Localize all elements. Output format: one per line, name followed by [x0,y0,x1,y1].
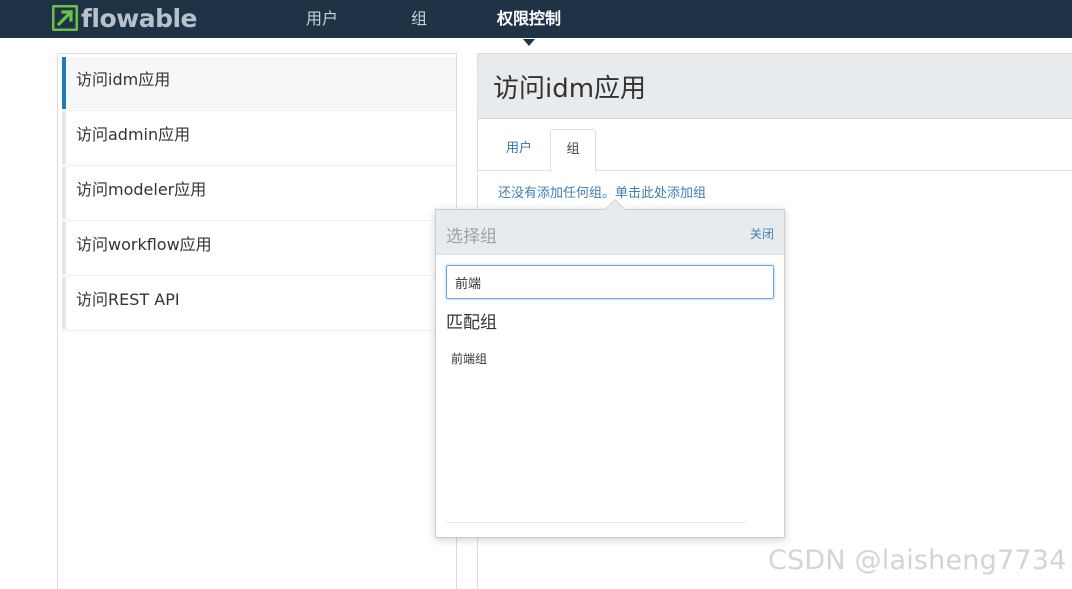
nav-item-users[interactable]: 用户 [306,0,338,38]
logo-text: flowable [81,3,198,33]
match-item-frontend-group[interactable]: 前端组 [451,350,487,367]
popover-arrow-inner [605,200,625,210]
privilege-list: 访问idm应用 访问admin应用 访问modeler应用 访问workflow… [57,53,457,589]
flowable-logo[interactable]: flowable [52,3,198,33]
group-search-input[interactable] [446,265,774,299]
popover-title: 选择组 [446,227,497,247]
privilege-item-workflow[interactable]: 访问workflow应用 [62,222,456,276]
flowable-logo-icon [52,5,78,31]
privilege-item-modeler[interactable]: 访问modeler应用 [62,167,456,221]
detail-tabs: 用户 组 [478,129,1072,172]
add-group-link[interactable]: 还没有添加任何组。单击此处添加组 [498,182,706,201]
close-button[interactable]: 关闭 [750,225,774,242]
nav-item-privileges[interactable]: 权限控制 [497,0,561,38]
detail-title: 访问idm应用 [493,74,647,104]
detail-header: 访问idm应用 [478,54,1072,119]
privilege-item-idm[interactable]: 访问idm应用 [62,57,456,111]
matching-groups-heading: 匹配组 [446,313,497,333]
top-navbar: flowable 用户 组 权限控制 [0,0,1072,38]
privilege-item-rest-api[interactable]: 访问REST API [62,277,456,331]
popover-divider [446,522,746,523]
privilege-item-admin[interactable]: 访问admin应用 [62,112,456,166]
tab-users[interactable]: 用户 [490,129,548,171]
tab-groups[interactable]: 组 [550,129,596,172]
select-group-popover: 选择组 关闭 匹配组 前端组 [435,199,785,538]
popover-header: 选择组 关闭 [436,210,784,255]
nav-item-groups[interactable]: 组 [411,0,427,38]
